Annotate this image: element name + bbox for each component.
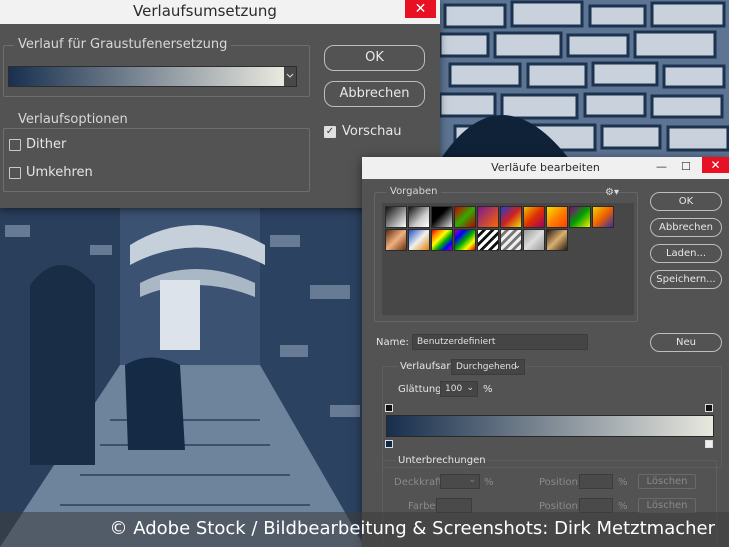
- color-position-label: Position:: [539, 501, 582, 512]
- name-input[interactable]: Benutzerdefiniert: [412, 334, 588, 350]
- preset-swatch[interactable]: [431, 229, 453, 251]
- preset-swatch[interactable]: [454, 206, 476, 228]
- opacity-unit: %: [484, 477, 494, 488]
- dialog-title: Verläufe bearbeiten: [491, 161, 600, 174]
- photo-preview-alley: [0, 205, 365, 547]
- stops-label: Unterbrechungen: [396, 455, 488, 466]
- gradient-bar[interactable]: [386, 415, 714, 437]
- gradient-bar-preview: [387, 416, 713, 436]
- color-position-unit: %: [618, 501, 628, 512]
- gradient-type-select[interactable]: Durchgehend ⌄: [451, 359, 525, 375]
- cancel-button[interactable]: Abbrechen: [324, 81, 425, 107]
- preview-checkbox[interactable]: ✓: [324, 126, 336, 138]
- gradient-preview[interactable]: [9, 67, 296, 86]
- smoothness-unit: %: [483, 384, 493, 395]
- preset-swatch[interactable]: [500, 206, 522, 228]
- opacity-stop-left[interactable]: [385, 404, 393, 412]
- preset-swatch[interactable]: [569, 206, 591, 228]
- preset-swatch[interactable]: [592, 206, 614, 228]
- credit-bar: © Adobe Stock / Bildbearbeitung & Screen…: [0, 512, 729, 547]
- color-stop-right[interactable]: [705, 440, 713, 448]
- color-label: Farbe:: [408, 501, 439, 512]
- close-button[interactable]: ✕: [702, 157, 729, 173]
- maximize-button[interactable]: ☐: [681, 160, 691, 173]
- smoothness-value: 100: [445, 384, 463, 394]
- credit-text: © Adobe Stock / Bildbearbeitung & Screen…: [109, 518, 715, 539]
- gradient-picker[interactable]: [8, 66, 297, 87]
- ok-button[interactable]: OK: [324, 45, 425, 71]
- opacity-position-unit: %: [618, 477, 628, 488]
- cancel-button[interactable]: Abbrechen: [650, 218, 722, 237]
- gradient-editor-dialog: Verläufe bearbeiten — ☐ ✕ Vorgaben ⚙▾ OK…: [362, 157, 729, 547]
- opacity-label: Deckkraft:: [394, 477, 446, 488]
- preset-swatch[interactable]: [431, 206, 453, 228]
- ok-button[interactable]: OK: [650, 192, 722, 211]
- dialog-title: Verlaufsumsetzung: [133, 2, 277, 20]
- preview-label: Vorschau: [342, 124, 402, 139]
- gradient-group-label: Verlauf für Graustufenersetzung: [14, 37, 232, 52]
- preset-swatch[interactable]: [546, 206, 568, 228]
- titlebar: Verlaufsumsetzung: [0, 0, 440, 24]
- preset-swatch[interactable]: [408, 229, 430, 251]
- save-button[interactable]: Speichern...: [650, 270, 722, 289]
- preset-swatch[interactable]: [385, 206, 407, 228]
- dither-label: Dither: [26, 137, 67, 152]
- options-group-label: Verlaufsoptionen: [14, 112, 132, 127]
- name-label: Name:: [376, 337, 409, 348]
- titlebar: Verläufe bearbeiten: [362, 157, 729, 179]
- opacity-position-label: Position:: [539, 477, 582, 488]
- smoothness-label: Glättung:: [398, 384, 445, 395]
- reverse-label: Umkehren: [26, 165, 93, 180]
- gear-icon[interactable]: ⚙▾: [605, 187, 619, 198]
- delete-color-stop-button[interactable]: Löschen: [638, 498, 696, 513]
- preset-swatch[interactable]: [385, 229, 407, 251]
- opacity-position-input[interactable]: [579, 474, 613, 489]
- preset-swatch[interactable]: [408, 206, 430, 228]
- preset-swatch[interactable]: [454, 229, 476, 251]
- chevron-down-icon: ⌄: [468, 475, 476, 485]
- delete-opacity-stop-button[interactable]: Löschen: [638, 474, 696, 489]
- opacity-input[interactable]: ⌄: [440, 474, 480, 489]
- preset-swatch[interactable]: [477, 229, 499, 251]
- opacity-stop-right[interactable]: [705, 404, 713, 412]
- presets-label: Vorgaben: [386, 186, 442, 197]
- preset-swatch[interactable]: [500, 229, 522, 251]
- preset-swatch[interactable]: [523, 206, 545, 228]
- new-button[interactable]: Neu: [650, 333, 722, 352]
- preset-swatch[interactable]: [477, 206, 499, 228]
- color-position-input[interactable]: [579, 498, 613, 513]
- smoothness-input[interactable]: 100 ⌄: [440, 381, 478, 397]
- reverse-checkbox[interactable]: [9, 167, 21, 179]
- chevron-down-icon: ⌄: [513, 361, 521, 371]
- dither-checkbox[interactable]: [9, 139, 21, 151]
- photo-preview-top: [440, 0, 729, 160]
- close-button[interactable]: ✕: [405, 0, 436, 18]
- color-stop-left[interactable]: [385, 440, 393, 448]
- gradient-type-value: Durchgehend: [456, 362, 517, 372]
- preset-swatch[interactable]: [546, 229, 568, 251]
- preset-swatches: [382, 203, 634, 315]
- color-swatch[interactable]: [436, 498, 472, 513]
- chevron-down-icon: ⌄: [466, 383, 474, 393]
- load-button[interactable]: Laden...: [650, 244, 722, 263]
- minimize-button[interactable]: —: [656, 160, 667, 173]
- preset-swatch[interactable]: [523, 229, 545, 251]
